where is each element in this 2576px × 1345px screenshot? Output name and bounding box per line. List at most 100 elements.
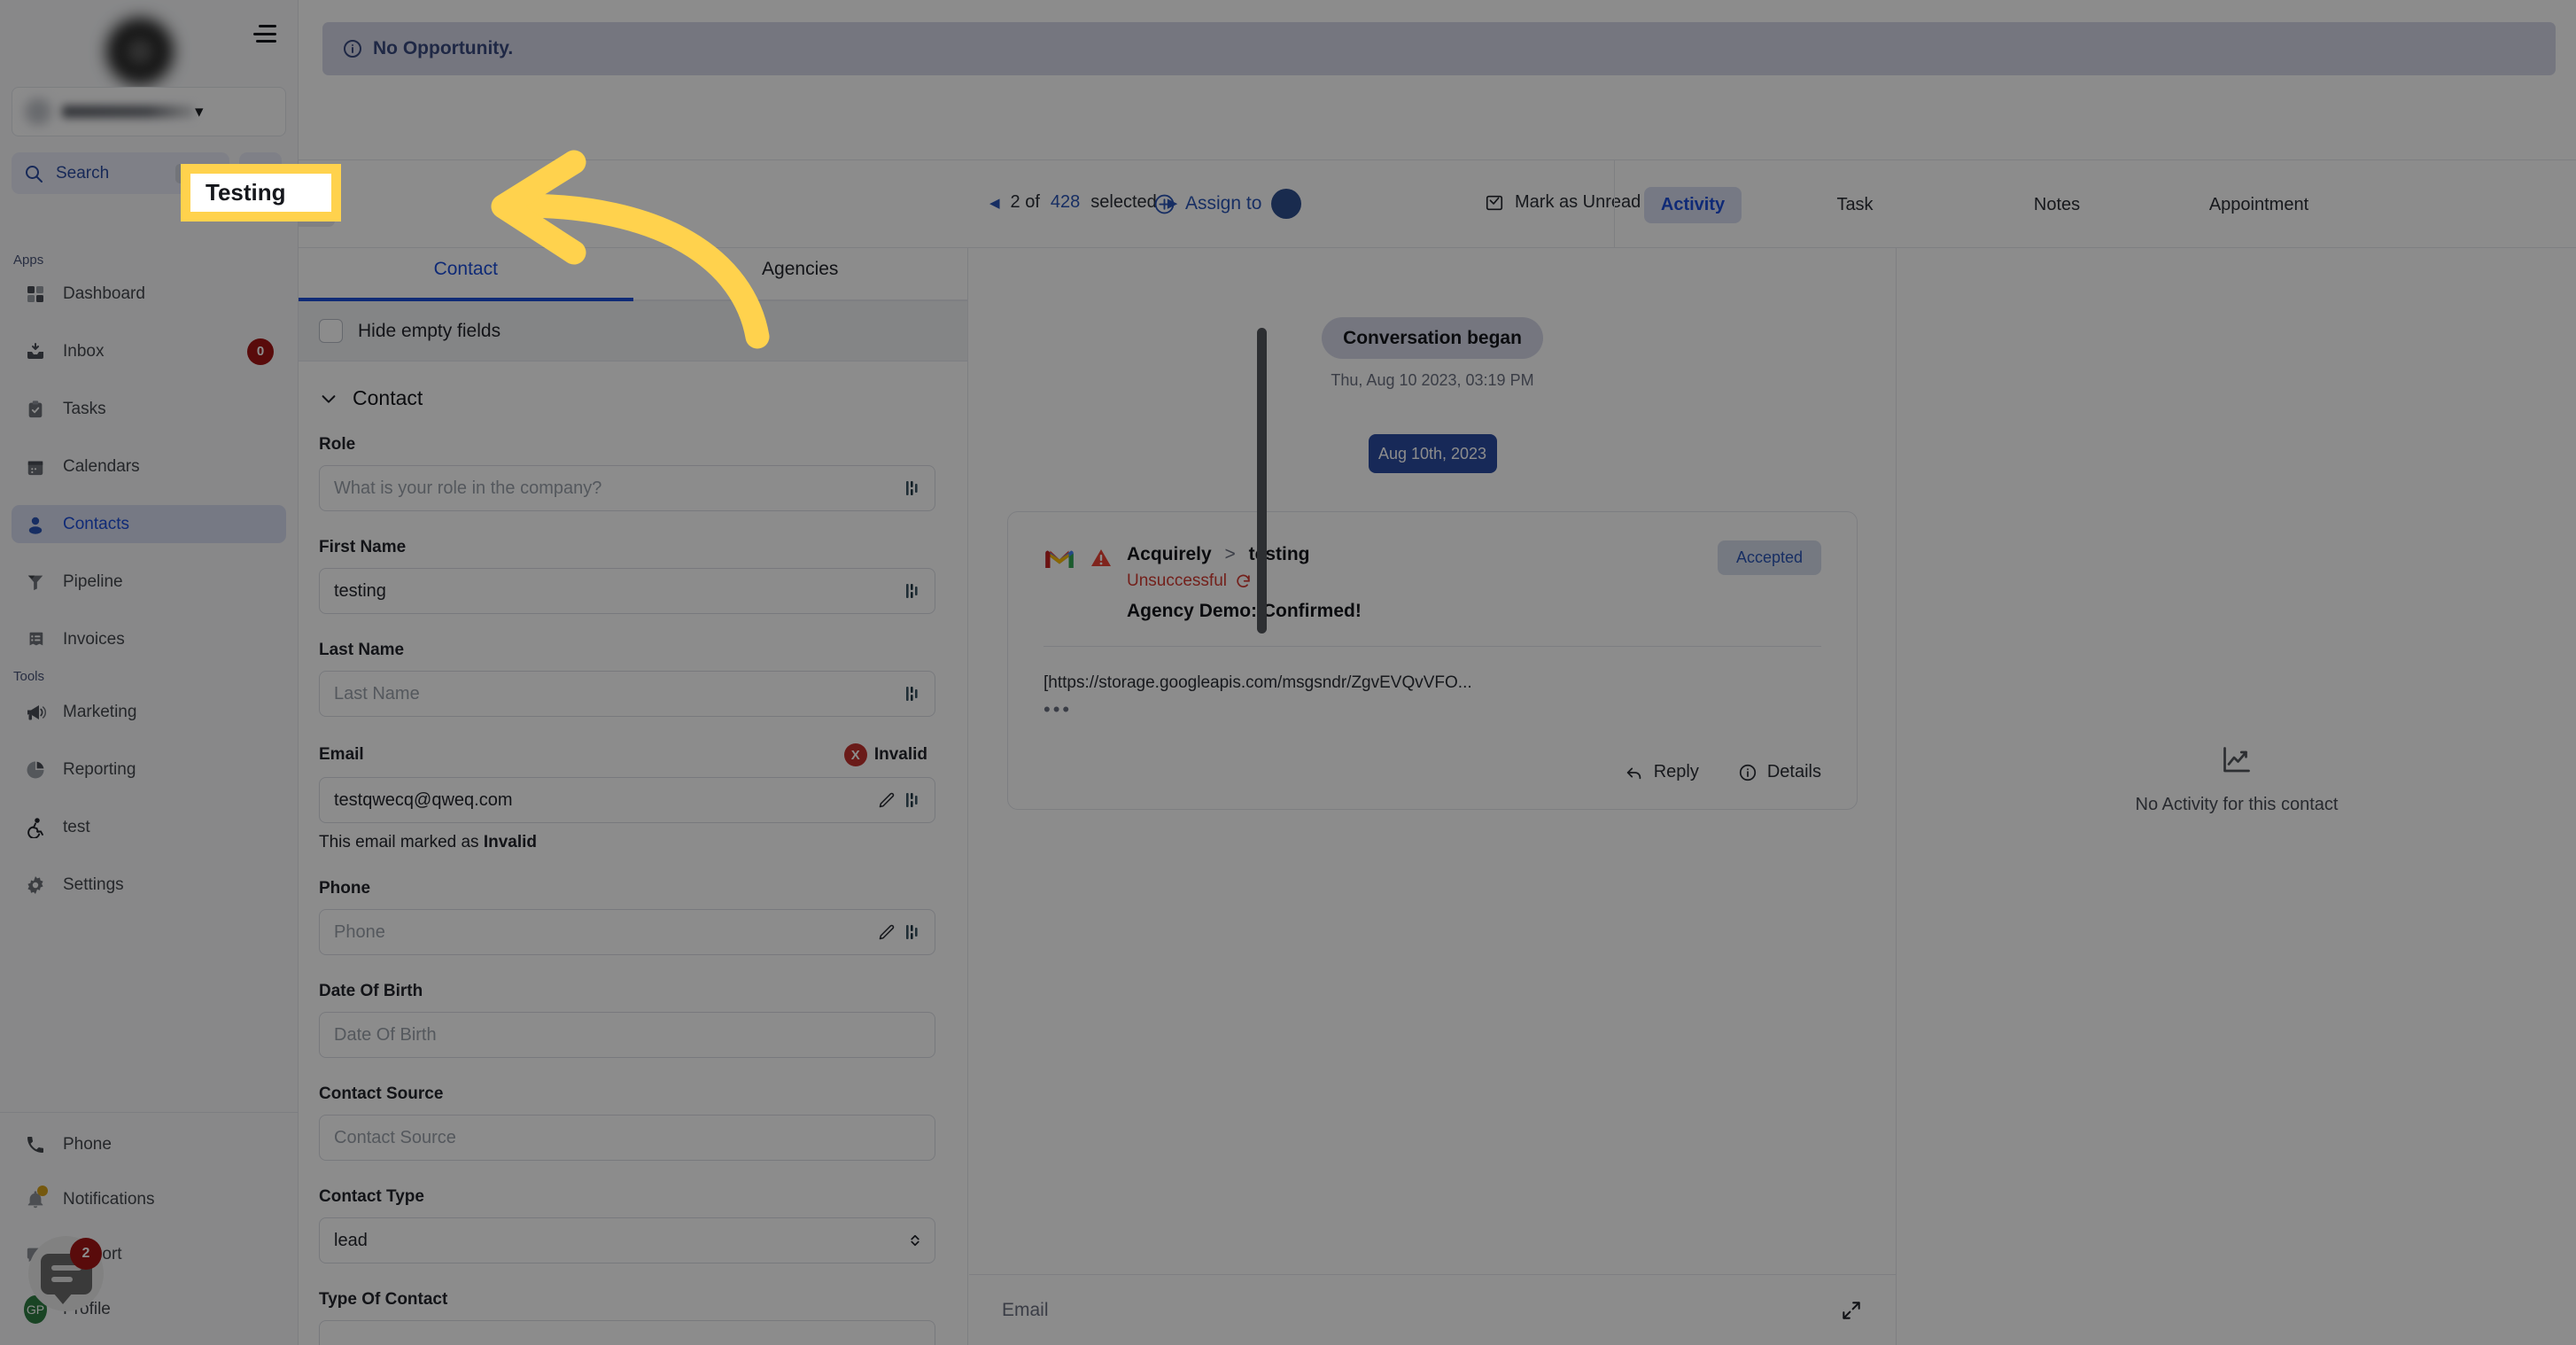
sidebar-item-badge: 0 [247, 338, 274, 365]
details-button[interactable]: Details [1738, 762, 1821, 782]
input-email[interactable]: testqwecq@qweq.com [319, 777, 935, 823]
workspace-logo [106, 18, 174, 85]
field-value: testing [334, 580, 386, 601]
message-card: Accepted Acquirely > testing Unsuccessfu… [1007, 511, 1858, 810]
message-from: Acquirely [1127, 544, 1212, 564]
sidebar-apps-list: Dashboard Inbox 0 Tasks Calendars Contacts Pip… [12, 275, 286, 678]
field-type-of-contact: Type Of Contact [299, 1290, 967, 1345]
merge-field-icon[interactable] [905, 684, 923, 704]
sidebar-item-contacts[interactable]: Contacts [12, 505, 286, 543]
field-placeholder: Date Of Birth [334, 1024, 437, 1045]
sidebar-tools-list: Marketing Reporting test Settings [12, 693, 286, 923]
prev-contact-button[interactable]: ◀ [989, 195, 1000, 211]
user-icon [24, 514, 47, 535]
sidebar-item-pipeline[interactable]: Pipeline [12, 563, 286, 601]
sidebar-item-calendars[interactable]: Calendars [12, 447, 286, 486]
chevron-updown-icon[interactable] [907, 1230, 923, 1251]
input-date-of-birth[interactable]: Date Of Birth [319, 1012, 935, 1058]
chat-widget-badge: 2 [70, 1238, 102, 1270]
field-icons [905, 581, 923, 601]
field-label: Date Of Birth [319, 982, 423, 1000]
workspace-switcher[interactable]: ▾ [12, 87, 286, 136]
invalid-label: Invalid [873, 745, 927, 764]
pie-chart-icon [24, 759, 47, 781]
pencil-icon[interactable] [877, 923, 896, 942]
contact-details-panel: Contact Agencies Hide empty fields Conta… [299, 248, 968, 1345]
assign-to-button[interactable]: Assign to [1153, 189, 1302, 219]
expand-diagonal-icon[interactable] [1840, 1299, 1863, 1322]
warning-triangle-icon [1091, 549, 1111, 566]
input-phone[interactable]: Phone [319, 909, 935, 955]
composer-placeholder: Email [1002, 1299, 1049, 1320]
right-panel-tabs: Activity Task Notes Appointment [1614, 160, 2576, 249]
input-contact-source[interactable]: Contact Source [319, 1115, 935, 1161]
input-type-of-contact[interactable] [319, 1320, 935, 1345]
chevron-down-icon [322, 394, 336, 403]
sidebar-item-label: Reporting [63, 759, 136, 779]
field-date-of-birth: Date Of Birth Date Of Birth [299, 982, 967, 1058]
input-role[interactable]: What is your role in the company? [319, 465, 935, 511]
sidebar-item-test[interactable]: test [12, 808, 286, 846]
sidebar-item-tasks[interactable]: Tasks [12, 390, 286, 428]
plus-circle-icon [1154, 194, 1175, 214]
gmail-icon [1045, 550, 1074, 568]
tab-contact[interactable]: Contact [299, 248, 633, 299]
contact-panel-scrollbar[interactable] [1257, 328, 1267, 634]
nav-group-apps-label: Apps [13, 253, 44, 268]
field-placeholder: Contact Source [334, 1127, 456, 1147]
sidebar-item-notifications[interactable]: Notifications [0, 1180, 299, 1219]
retry-icon[interactable] [1235, 573, 1252, 590]
tab-appointment[interactable]: Appointment [2170, 187, 2347, 223]
input-first-name[interactable]: testing [319, 568, 935, 614]
tab-agencies[interactable]: Agencies [633, 248, 968, 299]
search-label: Search [56, 163, 110, 183]
info-circle-icon [1739, 764, 1756, 781]
hide-empty-fields-checkbox[interactable] [319, 319, 343, 343]
message-truncation[interactable]: ••• [1044, 698, 1821, 721]
merge-field-icon[interactable] [905, 581, 923, 601]
field-label: Email [319, 745, 364, 764]
reply-button[interactable]: Reply [1625, 762, 1699, 782]
phone-icon [24, 1134, 47, 1155]
contact-section-header[interactable]: Contact [299, 386, 967, 410]
field-role: Role What is your role in the company? [299, 435, 967, 511]
tab-activity[interactable]: Activity [1644, 186, 1742, 223]
nav-group-tools-label: Tools [13, 669, 45, 684]
contact-form-scroll: Contact Role What is your role in the com… [299, 362, 967, 1345]
assigned-user-avatar[interactable] [1271, 189, 1302, 219]
callout-inner: Testing [190, 174, 331, 212]
sidebar-item-settings[interactable]: Settings [12, 866, 286, 904]
sidebar-collapse-icon[interactable] [253, 25, 276, 43]
sidebar-item-phone[interactable]: Phone [0, 1125, 299, 1164]
no-opportunity-banner: No Opportunity. [322, 22, 2556, 75]
sidebar-item-dashboard[interactable]: Dashboard [12, 275, 286, 313]
message-composer[interactable]: Email [969, 1274, 1897, 1345]
sidebar-item-reporting[interactable]: Reporting [12, 750, 286, 789]
message-separator: > [1224, 544, 1236, 564]
activity-empty-state: No Activity for this contact [1897, 744, 2576, 815]
field-icons [877, 790, 923, 810]
chat-widget-button[interactable]: 2 [28, 1236, 104, 1311]
field-contact-type: Contact Type lead [299, 1187, 967, 1263]
tab-task[interactable]: Task [1766, 187, 1944, 223]
merge-field-icon[interactable] [905, 922, 923, 942]
sidebar-item-label: Dashboard [63, 284, 145, 303]
field-label: Contact Source [319, 1085, 444, 1103]
select-contact-type[interactable]: lead [319, 1217, 935, 1263]
selection-counter: ◀ 2 of 428 selected ▶ [989, 192, 1177, 213]
assign-to-label: Assign to [1185, 193, 1262, 214]
tab-notes[interactable]: Notes [1968, 187, 2145, 223]
field-icons [905, 684, 923, 704]
reply-label: Reply [1653, 762, 1699, 781]
field-email: Email X Invalid testqwecq@qweq.com This emai… [299, 743, 967, 852]
sidebar-item-marketing[interactable]: Marketing [12, 693, 286, 731]
input-last-name[interactable]: Last Name [319, 671, 935, 717]
sidebar-item-label: Pipeline [63, 571, 123, 591]
pencil-icon[interactable] [877, 791, 896, 810]
sidebar-item-invoices[interactable]: Invoices [12, 620, 286, 658]
merge-field-icon[interactable] [905, 790, 923, 810]
merge-field-icon[interactable] [905, 478, 923, 498]
sidebar-item-inbox[interactable]: Inbox 0 [12, 332, 286, 370]
megaphone-icon [24, 702, 47, 723]
conversation-began-timestamp: Thu, Aug 10 2023, 03:19 PM [1331, 371, 1534, 389]
